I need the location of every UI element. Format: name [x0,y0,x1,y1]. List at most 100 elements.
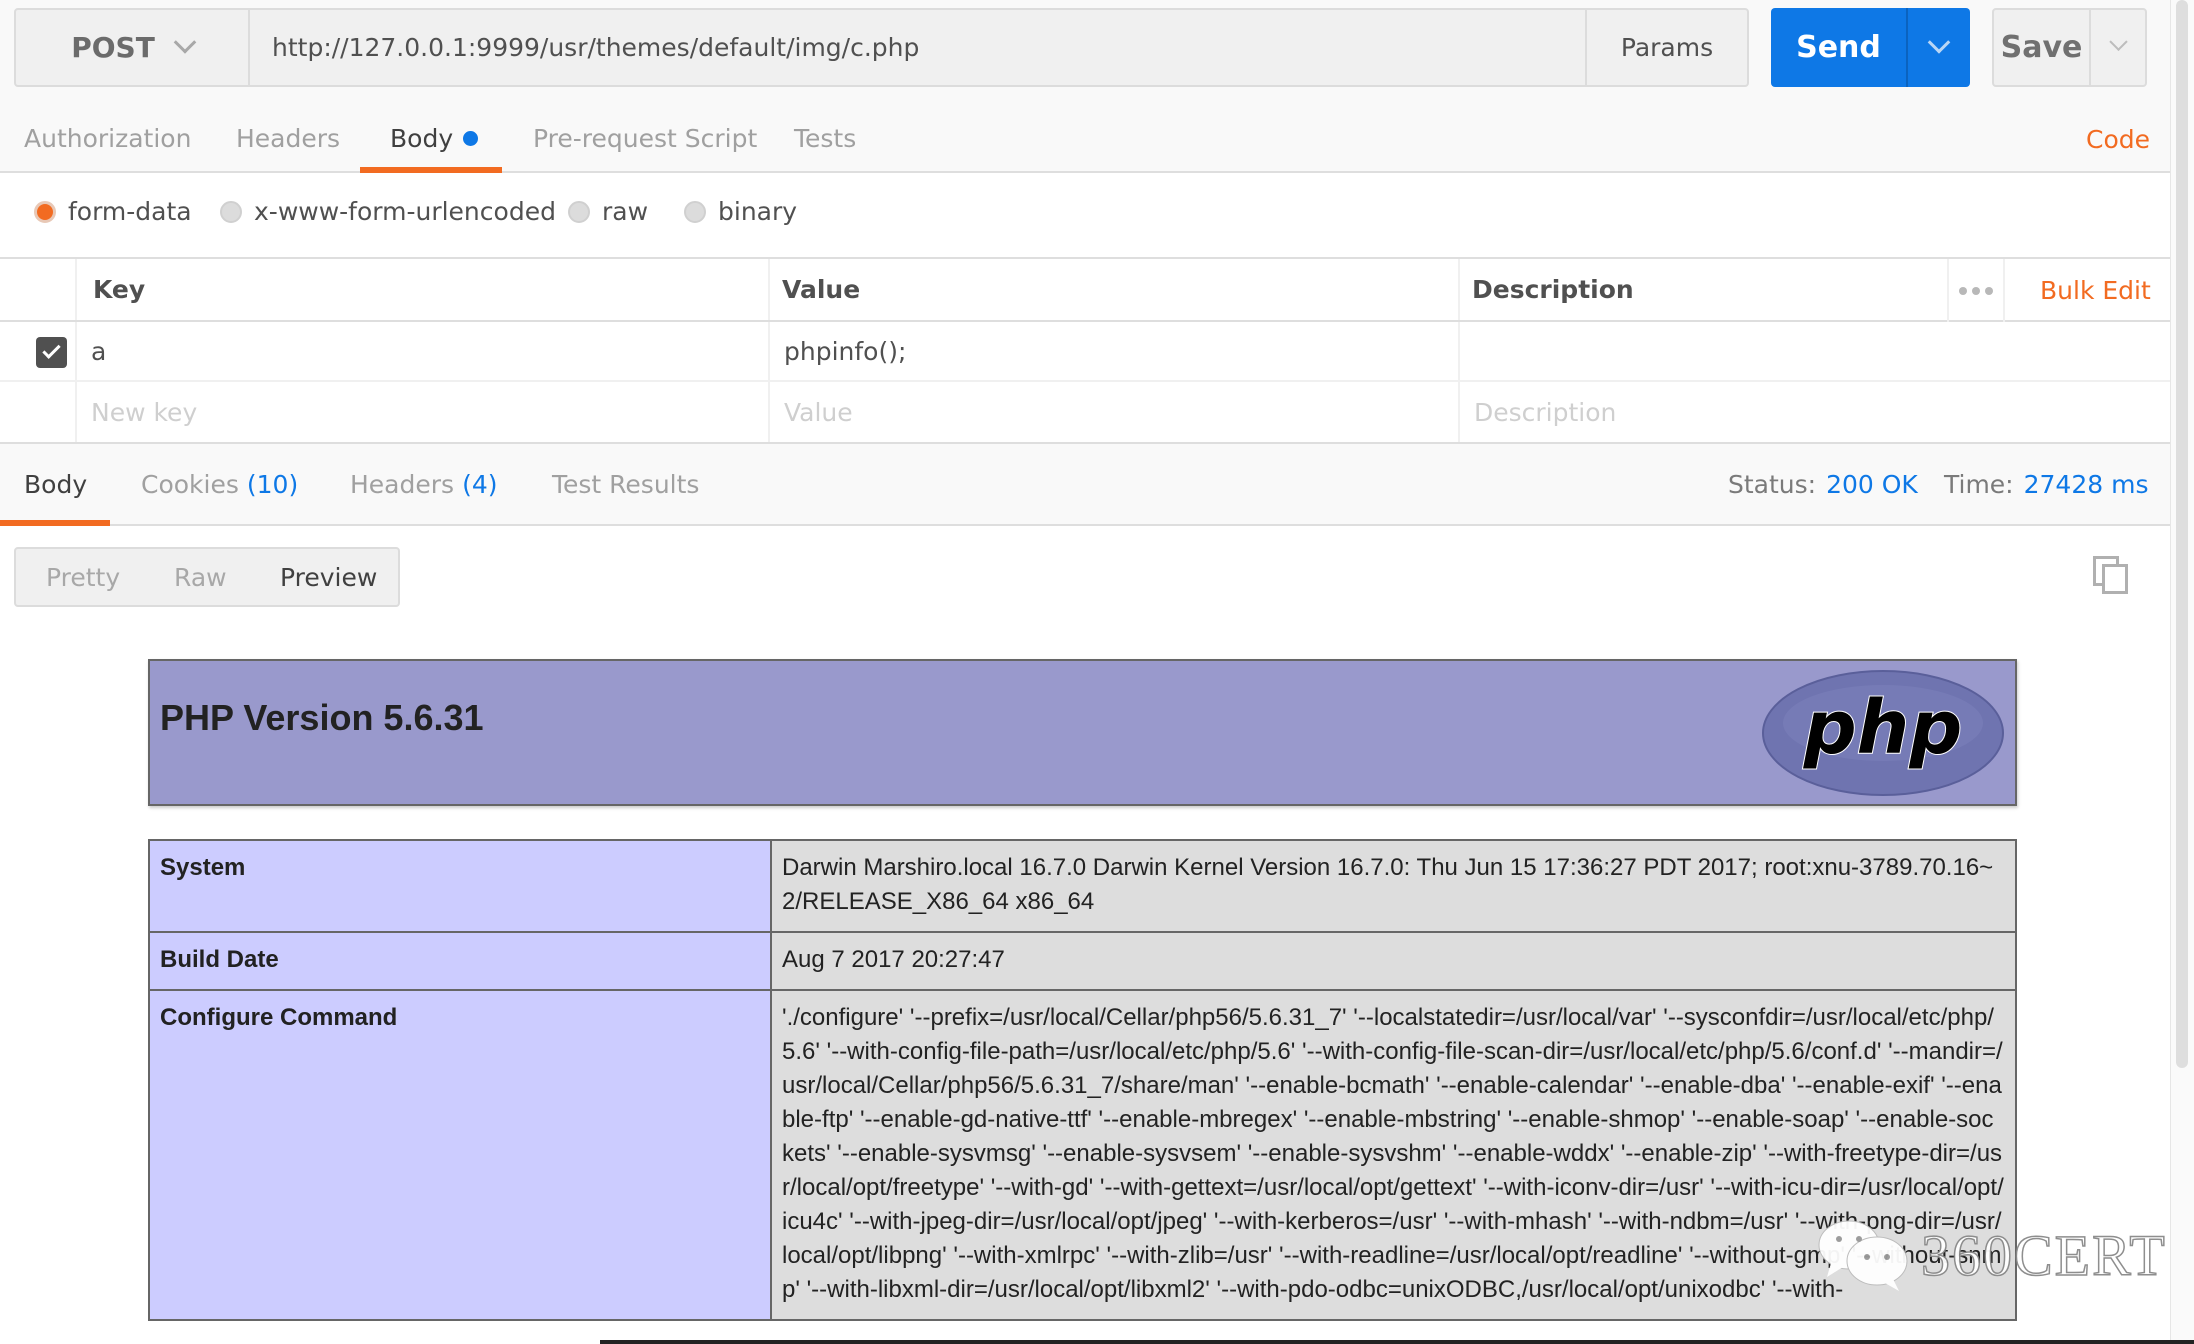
radio-unselected-icon [220,200,242,223]
php-logo-text: php [1803,685,1963,771]
view-mode-segmented-control: Pretty Raw Preview [14,547,400,607]
php-logo-icon: php [1762,670,2004,796]
new-row [0,382,2170,442]
response-tab-test-results[interactable]: Test Results [552,444,699,524]
radio-raw[interactable]: raw [568,197,648,226]
tab-label: Pre-request Script [533,123,758,153]
body-mode-radios: form-data x-www-form-urlencoded raw bina… [0,175,2170,259]
info-value: Darwin Marshiro.local 16.7.0 Darwin Kern… [770,839,2017,933]
tab-authorization[interactable]: Authorization [24,105,191,171]
tab-label: Cookies [141,469,239,499]
time-value: 27428 ms [2023,469,2149,499]
send-options-dropdown[interactable] [1908,8,1970,87]
radio-selected-icon [34,200,56,223]
view-mode-pretty[interactable]: Pretty [46,549,120,605]
value-cell [768,322,1458,380]
info-label: Configure Command [148,989,772,1321]
send-button[interactable]: Send [1771,8,1908,87]
new-value-input[interactable] [784,397,1458,427]
new-value-cell [768,382,1458,442]
send-button-group: Send [1771,8,1970,87]
table-row: Configure Command './configure' '--prefi… [148,989,2017,1321]
url-bar: POST Params [14,8,1749,87]
active-tab-indicator [360,167,502,173]
new-key-cell [75,382,768,442]
tab-label: Body [390,123,454,153]
save-options-dropdown[interactable] [2091,10,2145,85]
cookie-count-badge: (10) [246,469,299,499]
column-header-value: Value [768,259,1458,320]
tab-headers[interactable]: Headers [236,105,340,171]
info-value: Aug 7 2017 20:27:47 [770,931,2017,991]
radio-x-www-form-urlencoded[interactable]: x-www-form-urlencoded [220,197,556,226]
radio-form-data[interactable]: form-data [34,197,192,226]
radio-unselected-icon [568,200,590,223]
table-header-row: Key Value Description Bulk Edit [0,259,2170,322]
url-input[interactable] [252,10,1602,85]
active-tab-indicator [0,520,110,526]
tab-label: Authorization [24,123,192,153]
checkmark-icon [42,340,61,359]
status-value: 200 OK [1826,469,1918,499]
new-description-cell [1458,382,2170,442]
code-link[interactable]: Code [2086,125,2150,154]
description-input[interactable] [1474,336,2170,366]
table-row [0,322,2170,382]
scrollbar-thumb[interactable] [2176,0,2188,1068]
key-input[interactable] [91,336,768,366]
chevron-down-icon [2108,32,2128,52]
tab-label: Body [24,469,88,499]
new-key-input[interactable] [91,397,768,427]
response-tab-cookies[interactable]: Cookies (10) [141,444,298,524]
bulk-edit-link[interactable]: Bulk Edit [2040,259,2151,322]
save-button[interactable]: Save [1994,10,2091,85]
tab-label: Tests [794,123,857,153]
modified-dot-icon [463,130,479,146]
value-input[interactable] [784,336,1458,366]
status-readout: Status: 200 OK [1728,444,1918,524]
watermark-text: 360CERT [1920,1222,2167,1289]
info-label: System [148,839,772,933]
tab-label: Test Results [552,469,700,499]
time-readout: Time: 27428 ms [1944,444,2148,524]
view-mode-raw[interactable]: Raw [174,549,227,605]
radio-binary[interactable]: binary [684,197,797,226]
method-select[interactable]: POST [16,10,250,85]
phpinfo-table: System Darwin Marshiro.local 16.7.0 Darw… [148,839,2017,1321]
watermark: 360CERT [1815,1215,2167,1295]
php-version-header: PHP Version 5.6.31 php [148,659,2017,806]
status-label: Status: [1728,469,1817,499]
tab-label: Headers [236,123,341,153]
view-mode-preview[interactable]: Preview [280,549,377,605]
column-header-key: Key [75,259,768,320]
copy-icon[interactable] [2093,556,2129,596]
radio-label: raw [602,197,649,226]
more-options-icon[interactable] [1947,259,2005,322]
radio-label: x-www-form-urlencoded [254,197,556,226]
new-description-input[interactable] [1474,397,2170,427]
row-enabled-checkbox[interactable] [36,337,67,368]
tab-tests[interactable]: Tests [794,105,856,171]
chevron-down-icon [173,30,197,54]
response-tab-body[interactable]: Body [24,444,87,524]
tab-body[interactable]: Body [390,105,479,171]
radio-label: form-data [68,197,192,226]
vertical-scrollbar[interactable] [2170,0,2194,1344]
time-label: Time: [1944,469,2014,499]
form-data-table: Key Value Description Bulk Edit [0,259,2170,444]
response-tab-headers[interactable]: Headers (4) [350,444,497,524]
radio-unselected-icon [684,200,706,223]
wechat-icon [1818,1220,1908,1291]
tab-pre-request-script[interactable]: Pre-request Script [533,105,757,171]
window-bottom-edge [600,1340,2194,1344]
method-label: POST [71,31,155,64]
save-button-group: Save [1992,8,2147,87]
info-label: Build Date [148,931,772,991]
chevron-down-icon [1927,30,1951,54]
response-tabs: Body Cookies (10) Headers (4) Test Resul… [0,444,2170,526]
params-button[interactable]: Params [1585,10,1747,85]
request-bar: POST Params Send Save Authorization Head… [0,0,2170,173]
table-row: System Darwin Marshiro.local 16.7.0 Darw… [148,839,2017,933]
table-row: Build Date Aug 7 2017 20:27:47 [148,931,2017,991]
description-cell [1458,322,2170,380]
